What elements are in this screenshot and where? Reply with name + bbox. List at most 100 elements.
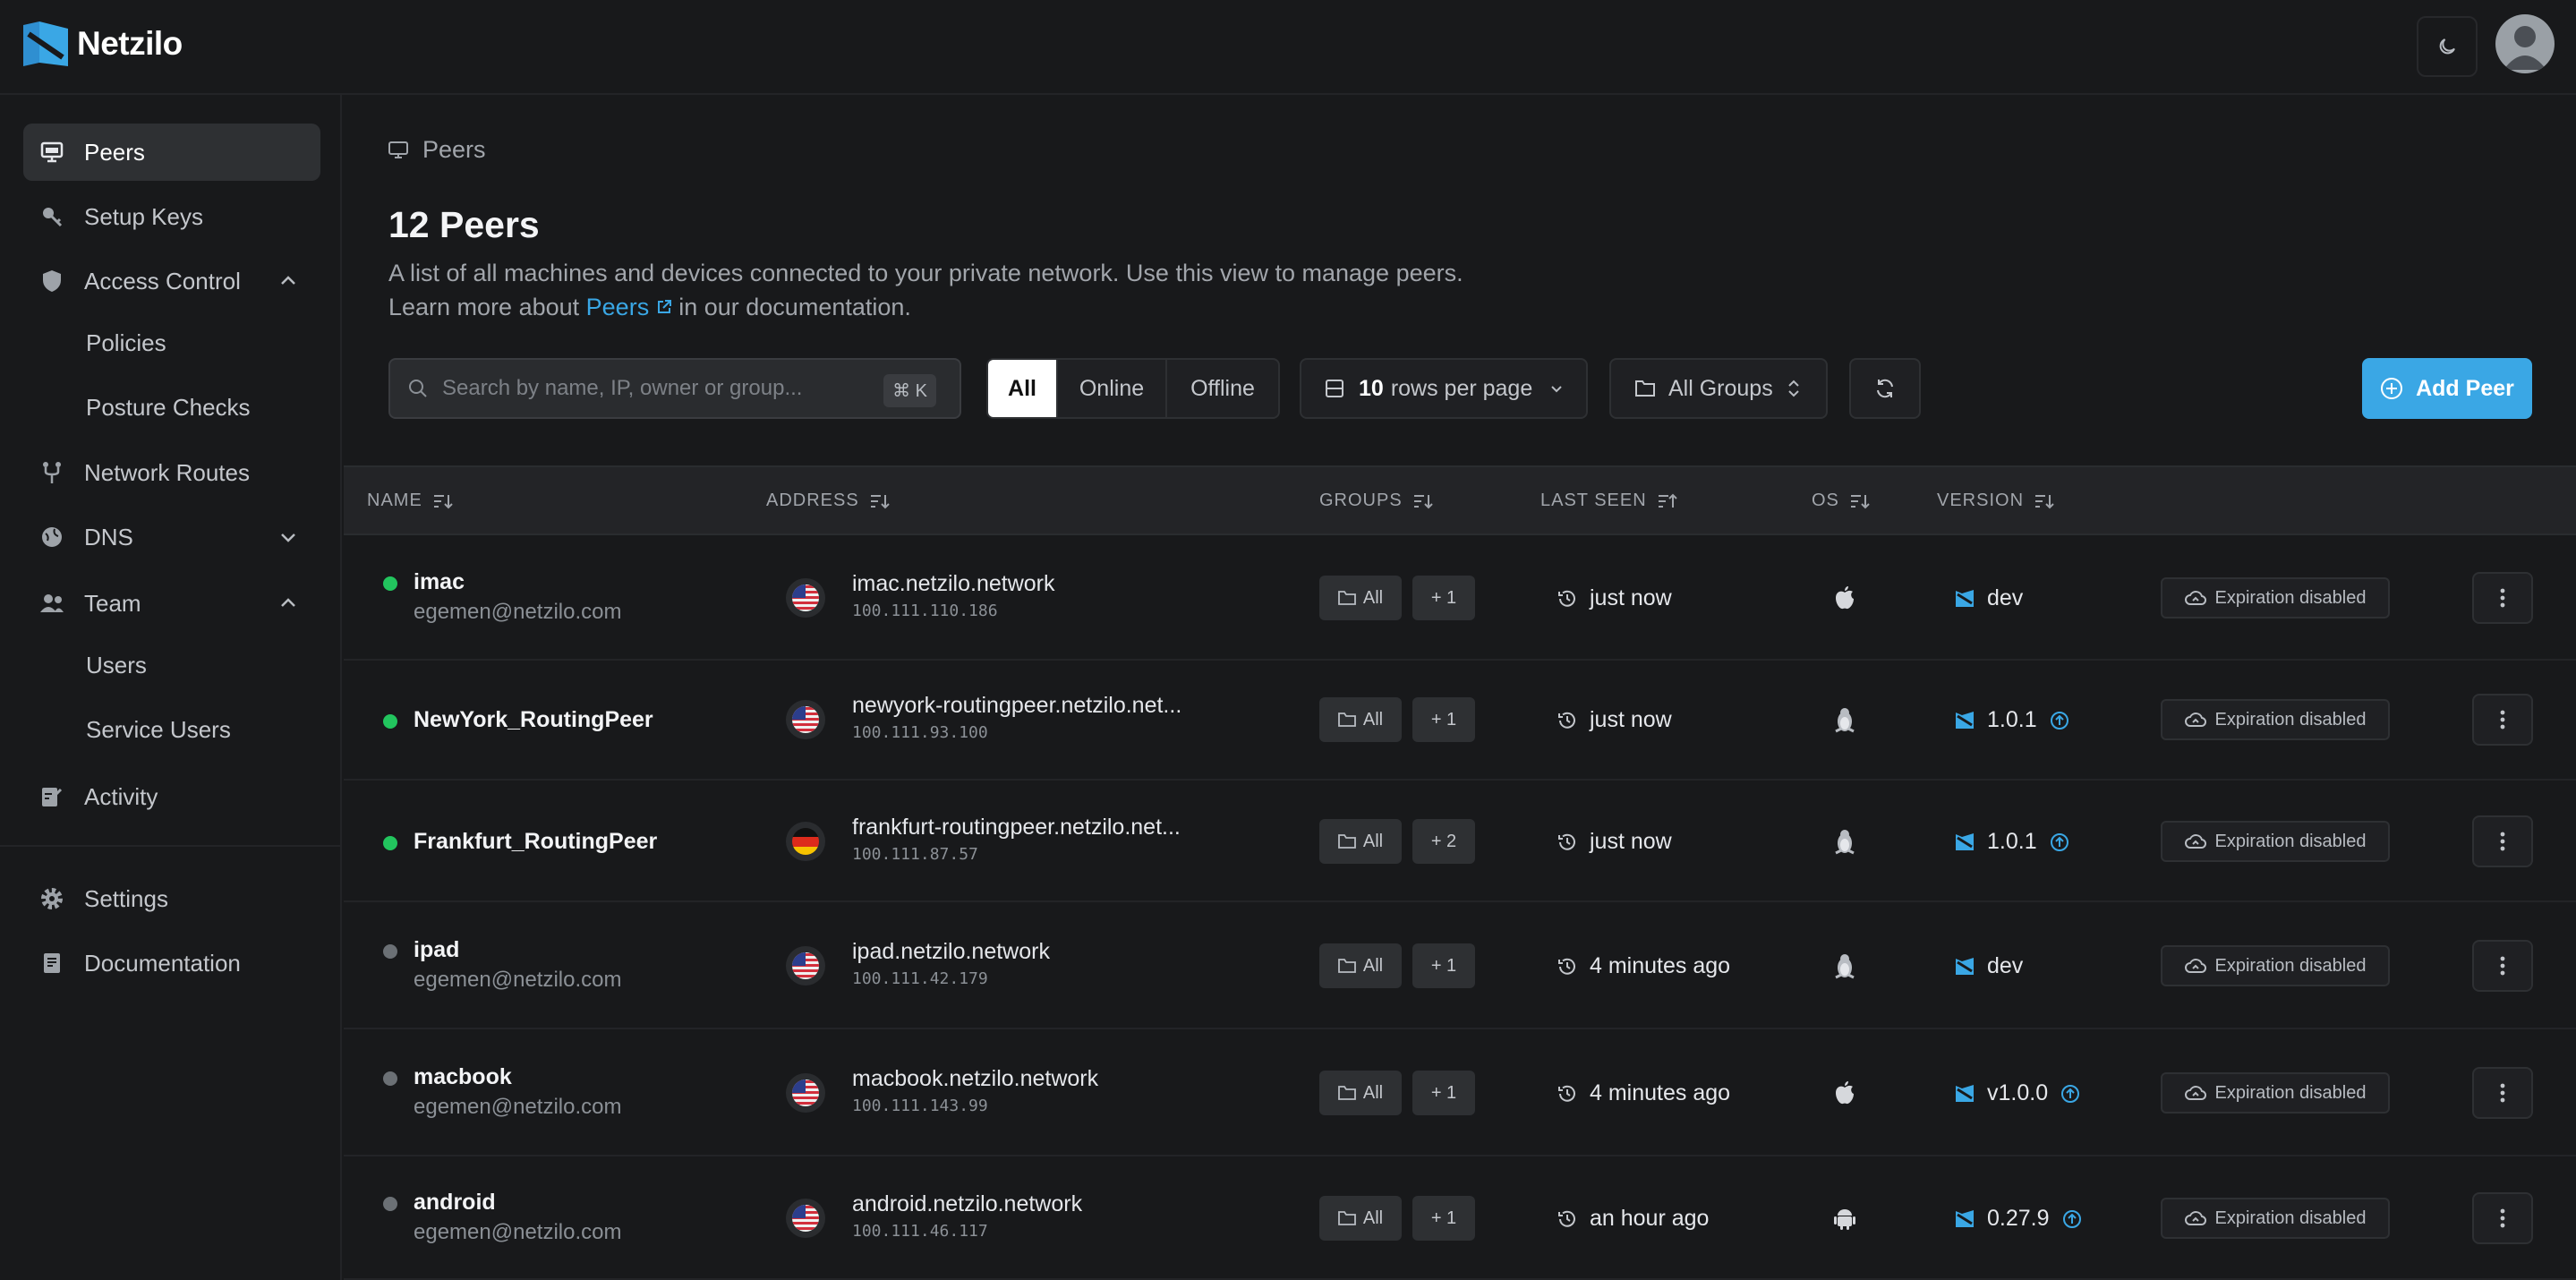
update-available-icon[interactable] (2060, 1084, 2080, 1104)
table-row[interactable]: imac egemen@netzilo.com imac.netzilo.netwo… (344, 535, 2576, 661)
update-available-icon[interactable] (2050, 832, 2069, 852)
filter-online-button[interactable]: Online (1058, 360, 1167, 417)
group-badge[interactable]: All (1319, 819, 1402, 864)
update-available-icon[interactable] (2050, 711, 2069, 730)
table-row[interactable]: ipad egemen@netzilo.com ipad.netzilo.netwo… (344, 902, 2576, 1029)
sidebar-item-policies[interactable]: Policies (86, 329, 166, 357)
peer-hostname[interactable]: frankfurt-routingpeer.netzilo.net... (852, 815, 1181, 841)
sort-icon (2035, 494, 2054, 508)
more-groups-badge[interactable]: + 1 (1412, 1071, 1475, 1115)
column-header-last-seen[interactable]: LAST SEEN (1540, 491, 1677, 511)
group-badge[interactable]: All (1319, 1071, 1402, 1115)
more-groups-badge[interactable]: + 1 (1412, 943, 1475, 988)
expiration-badge[interactable]: Expiration disabled (2161, 1072, 2390, 1114)
filter-offline-button[interactable]: Offline (1167, 360, 1278, 417)
more-groups-badge[interactable]: + 1 (1412, 576, 1475, 620)
status-indicator (383, 836, 397, 850)
sidebar-item-team[interactable]: Team (23, 575, 320, 632)
row-actions-button[interactable] (2472, 1067, 2533, 1119)
expiration-badge[interactable]: Expiration disabled (2161, 699, 2390, 740)
more-groups-badge[interactable]: + 1 (1412, 1196, 1475, 1241)
row-actions-button[interactable] (2472, 1192, 2533, 1244)
row-actions-button[interactable] (2472, 940, 2533, 992)
table-row[interactable]: android egemen@netzilo.com android.netzilo… (344, 1156, 2576, 1280)
theme-toggle-button[interactable] (2417, 16, 2478, 77)
sidebar-item-posture-checks[interactable]: Posture Checks (86, 394, 251, 422)
peer-ip[interactable]: 100.111.143.99 (852, 1097, 988, 1115)
external-link-icon (657, 300, 671, 313)
peer-name[interactable]: android (414, 1190, 496, 1216)
peer-hostname[interactable]: newyork-routingpeer.netzilo.net... (852, 693, 1181, 719)
sidebar-item-documentation[interactable]: Documentation (23, 934, 320, 992)
us-flag-icon (792, 952, 819, 979)
add-peer-label: Add Peer (2416, 375, 2514, 401)
groups-filter-label: All Groups (1668, 375, 1773, 401)
peer-hostname[interactable]: imac.netzilo.network (852, 571, 1054, 597)
peer-name[interactable]: NewYork_RoutingPeer (414, 707, 653, 733)
filter-all-button[interactable]: All (988, 360, 1058, 417)
breadcrumb: Peers (388, 136, 486, 164)
peer-name[interactable]: Frankfurt_RoutingPeer (414, 829, 657, 855)
expiration-badge[interactable]: Expiration disabled (2161, 945, 2390, 986)
sidebar-item-setup-keys[interactable]: Setup Keys (23, 188, 320, 245)
rows-per-page-select[interactable]: 10 rows per page (1300, 358, 1588, 419)
more-vertical-icon (2500, 1208, 2505, 1228)
sidebar-item-label: Activity (84, 782, 158, 810)
peer-ip[interactable]: 100.111.110.186 (852, 602, 998, 620)
sidebar-item-users[interactable]: Users (86, 652, 147, 679)
row-actions-button[interactable] (2472, 815, 2533, 867)
peer-hostname[interactable]: ipad.netzilo.network (852, 939, 1050, 965)
sidebar-item-dns[interactable]: DNS (23, 508, 320, 566)
peer-name[interactable]: imac (414, 569, 465, 595)
more-groups-badge[interactable]: + 2 (1412, 819, 1475, 864)
sidebar-item-access-control[interactable]: Access Control (23, 252, 320, 310)
table-row[interactable]: macbook egemen@netzilo.com macbook.netzilo… (344, 1029, 2576, 1156)
peer-ip[interactable]: 100.111.46.117 (852, 1222, 988, 1241)
peers-docs-link[interactable]: Peers (586, 294, 672, 320)
sidebar-item-service-users[interactable]: Service Users (86, 716, 231, 744)
group-badge[interactable]: All (1319, 1196, 1402, 1241)
add-peer-button[interactable]: Add Peer (2362, 358, 2532, 419)
expiration-badge[interactable]: Expiration disabled (2161, 1198, 2390, 1239)
folder-icon (1337, 959, 1356, 973)
sidebar-item-settings[interactable]: Settings (23, 870, 320, 927)
breadcrumb-item[interactable]: Peers (422, 136, 486, 164)
more-groups-badge[interactable]: + 1 (1412, 697, 1475, 742)
expiration-badge[interactable]: Expiration disabled (2161, 821, 2390, 862)
user-avatar[interactable] (2495, 14, 2555, 73)
netzilo-logo-icon (23, 21, 68, 66)
table-row[interactable]: NewYork_RoutingPeer newyork-routingpeer.n… (344, 659, 2576, 781)
column-header-groups[interactable]: GROUPS (1319, 491, 1433, 511)
learn-more-line: Learn more about Peers in our documentat… (388, 290, 1463, 324)
peer-name[interactable]: macbook (414, 1064, 512, 1090)
update-available-icon[interactable] (2062, 1209, 2082, 1229)
column-header-address[interactable]: ADDRESS (766, 491, 890, 511)
column-header-version[interactable]: VERSION (1937, 491, 2054, 511)
table-row[interactable]: Frankfurt_RoutingPeer frankfurt-routingpe… (344, 781, 2576, 902)
groups-filter-select[interactable]: All Groups (1609, 358, 1828, 419)
expiration-badge[interactable]: Expiration disabled (2161, 577, 2390, 619)
sidebar-item-network-routes[interactable]: Network Routes (23, 444, 320, 501)
sidebar-item-peers[interactable]: Peers (23, 124, 320, 181)
peer-hostname[interactable]: android.netzilo.network (852, 1191, 1082, 1217)
group-badge[interactable]: All (1319, 697, 1402, 742)
search-input[interactable]: Search by name, IP, owner or group... ⌘ … (388, 358, 961, 419)
peer-ip[interactable]: 100.111.93.100 (852, 723, 988, 742)
group-badge[interactable]: All (1319, 943, 1402, 988)
peer-ip[interactable]: 100.111.42.179 (852, 969, 988, 988)
peer-hostname[interactable]: macbook.netzilo.network (852, 1066, 1098, 1092)
row-actions-button[interactable] (2472, 694, 2533, 746)
peer-owner: egemen@netzilo.com (414, 600, 622, 624)
refresh-button[interactable] (1849, 358, 1921, 419)
row-actions-button[interactable] (2472, 572, 2533, 624)
column-header-name[interactable]: NAME (367, 491, 453, 511)
peer-version: dev (1955, 953, 2023, 979)
history-icon (1558, 1210, 1575, 1227)
peer-name[interactable]: ipad (414, 937, 459, 963)
group-badge[interactable]: All (1319, 576, 1402, 620)
column-header-os[interactable]: OS (1812, 491, 1870, 511)
app-logo[interactable]: Netzilo (21, 20, 183, 68)
peer-ip[interactable]: 100.111.87.57 (852, 845, 978, 864)
chevron-down-icon (1551, 386, 1562, 393)
sidebar-item-activity[interactable]: Activity (23, 768, 320, 825)
